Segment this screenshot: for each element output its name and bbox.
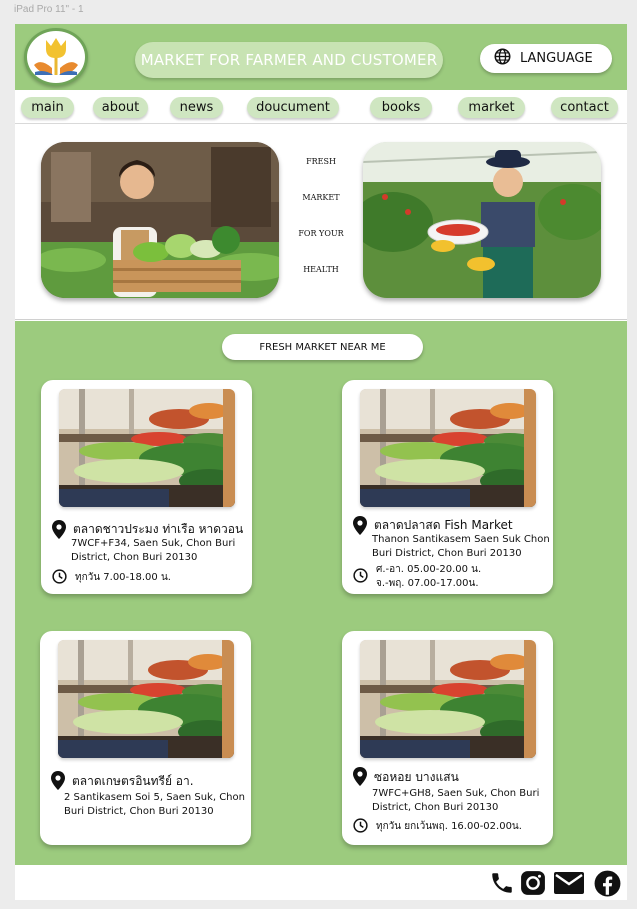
site-title: MARKET FOR FARMER AND CUSTOMER [135,42,443,78]
nav-books[interactable]: books [370,97,432,118]
nav-news[interactable]: news [170,97,223,118]
tagline-line: FRESH [306,157,336,166]
market-stall-photo [58,640,234,758]
phone-icon[interactable] [489,870,515,900]
clock-icon [353,568,368,587]
language-button[interactable]: LANGUAGE [480,44,612,73]
market-address: 7WFC+GH8, Saen Suk, Chon Buri District, … [372,788,540,813]
farmer-crate-photo [41,142,279,298]
market-address: 7WCF+F34, Saen Suk, Chon Buri District, … [71,538,236,563]
tagline-line: HEALTH [303,265,339,274]
page: MARKET FOR FARMER AND CUSTOMER LANGUAGE … [15,24,627,900]
tagline-line: FOR YOUR [298,229,344,238]
market-stall-photo [360,640,536,758]
market-address: Thanon Santikasem Saen Suk Chon Buri Dis… [372,534,550,559]
nav-market[interactable]: market [458,97,525,118]
market-address: 2 Santikasem Soi 5, Saen Suk, Chon Buri … [64,792,245,817]
market-hours: ศ.-อา. 05.00-20.00 น. [376,564,482,575]
market-card[interactable]: ตลาดชาวประมง ท่าเรือ หาดวอน 7WCF+F34, Sa… [41,380,252,594]
tulip-logo-icon[interactable] [24,28,88,86]
market-card[interactable]: ซอหอย บางแสน 7WFC+GH8, Saen Suk, Chon Bu… [342,631,553,845]
farmer-strawberry-photo [363,142,601,298]
nav-main[interactable]: main [21,97,74,118]
market-stall-photo [360,389,536,507]
language-label: LANGUAGE [520,51,593,66]
market-hours: ทุกวัน 7.00-18.00 น. [75,572,171,583]
header: MARKET FOR FARMER AND CUSTOMER LANGUAGE [15,24,627,90]
location-pin-icon [353,767,367,790]
nav-document[interactable]: doucument [247,97,339,118]
frame-label: iPad Pro 11" - 1 [14,4,84,15]
fresh-market-near-me-button[interactable]: FRESH MARKET NEAR ME [222,334,423,360]
nav-contact[interactable]: contact [551,97,618,118]
instagram-icon[interactable] [520,870,546,900]
clock-icon [353,818,368,837]
clock-icon [52,569,67,588]
main-nav: main about news doucument books market c… [15,90,627,124]
market-hours: ทุกวัน ยกเว้นพฤ. 16.00-02.00น. [376,821,522,832]
nav-about[interactable]: about [93,97,148,118]
facebook-icon[interactable] [594,870,621,900]
mail-icon[interactable] [554,872,584,898]
hero-section: FRESH MARKET FOR YOUR HEALTH [15,125,627,320]
footer [15,865,627,900]
location-pin-icon [52,520,66,543]
market-section: FRESH MARKET NEAR ME ตลาดชาวประมง ท่าเรื… [15,321,627,865]
market-name: ตลาดเกษตรอินทรีย์ อา. [72,774,194,788]
market-card[interactable]: ตลาดปลาสด Fish Market Thanon Santikasem … [342,380,553,594]
hero-tagline: FRESH MARKET FOR YOUR HEALTH [295,157,347,301]
location-pin-icon [353,516,367,539]
market-card[interactable]: ตลาดเกษตรอินทรีย์ อา. 2 Santikasem Soi 5… [40,631,251,845]
market-name: ซอหอย บางแสน [374,770,459,784]
location-pin-icon [51,771,65,794]
tagline-line: MARKET [302,193,340,202]
globe-icon [494,48,511,69]
market-stall-photo [59,389,235,507]
market-hours: จ.-พฤ. 07.00-17.00น. [376,578,479,589]
